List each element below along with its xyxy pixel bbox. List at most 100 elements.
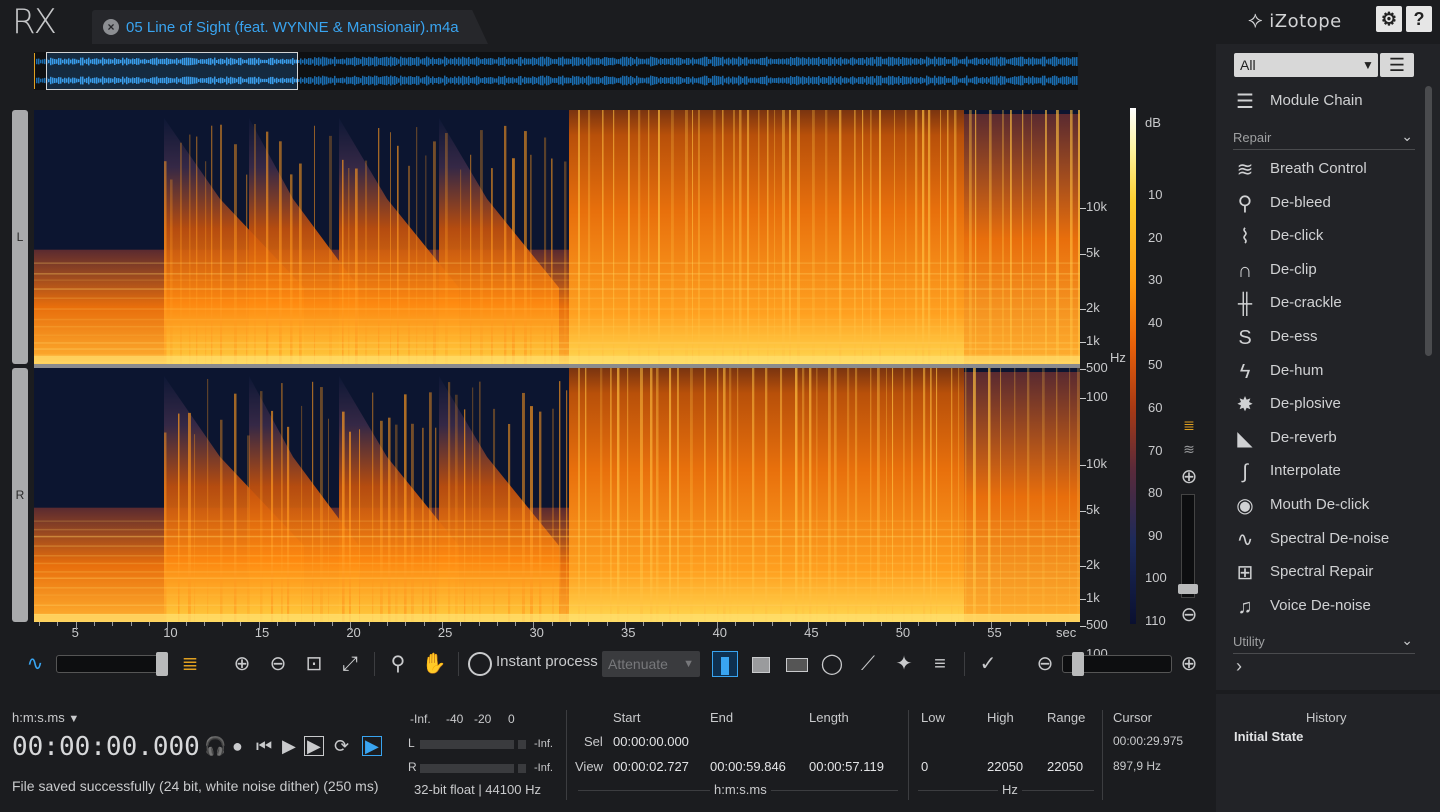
time-tick-mark: [661, 622, 663, 626]
rewind-button[interactable]: ⏮: [256, 736, 272, 757]
freq-tick-label: 1k: [1086, 590, 1100, 605]
brush-tool-icon[interactable]: ⟋: [854, 651, 882, 677]
izotope-logo: ⟡ iZotope: [1248, 8, 1342, 33]
module-label: De-clip: [1270, 260, 1317, 278]
sel-start-field[interactable]: 00:00:00.000: [613, 734, 689, 749]
headphones-icon[interactable]: 🎧: [204, 736, 226, 757]
lightning-icon: ϟ: [1239, 360, 1251, 383]
envelope-tool-icon[interactable]: ✓: [974, 651, 1002, 677]
play-button[interactable]: ▶: [282, 736, 296, 757]
close-icon[interactable]: ×: [103, 19, 119, 35]
meter-left-value: -Inf.: [534, 738, 553, 750]
spectrogram-view-icon[interactable]: ≣: [176, 651, 204, 677]
list-view-icon[interactable]: ☰: [1380, 53, 1414, 77]
time-tick-mark: [295, 622, 297, 626]
zoom-selection-icon[interactable]: ⊡: [300, 651, 328, 677]
module-list-scrollbar[interactable]: [1425, 86, 1432, 356]
play-selection-button[interactable]: ▶: [304, 736, 324, 756]
repair-section-header[interactable]: Repair ⌄: [1233, 128, 1415, 150]
time-tick-mark: [863, 622, 865, 626]
time-frequency-selection-tool-icon[interactable]: [748, 651, 774, 677]
module-item[interactable]: ≋ Breath Control: [1230, 156, 1420, 184]
time-tick-mark: [789, 622, 791, 626]
time-tick-mark: [478, 622, 480, 626]
ess-icon: S: [1238, 327, 1252, 349]
zoom-in-time-icon[interactable]: ⊕: [228, 651, 256, 677]
time-tick-mark: [771, 622, 773, 626]
view-label: View: [575, 759, 603, 774]
meter-right-bar: [420, 764, 514, 773]
module-filter-dropdown[interactable]: All ▼: [1234, 53, 1378, 77]
waveform-settings-icon[interactable]: ≋: [1178, 440, 1200, 458]
vertical-zoom-thumb[interactable]: [1178, 584, 1198, 594]
module-item[interactable]: ╫ De-crackle: [1230, 290, 1420, 318]
harmonics-tool-icon[interactable]: ≡: [926, 651, 954, 677]
utility-section-header[interactable]: Utility ⌄: [1233, 632, 1415, 654]
file-tab[interactable]: × 05 Line of Sight (feat. WYNNE & Mansio…: [92, 10, 488, 44]
time-tick-mark: [844, 622, 846, 626]
record-button[interactable]: ●: [232, 736, 243, 757]
zoom-in-horizontal-icon[interactable]: ⊕: [1176, 651, 1202, 677]
time-tick-mark: [1009, 622, 1011, 626]
meter-scale-0: 0: [508, 712, 515, 726]
module-item[interactable]: ∩ De-clip: [1230, 257, 1420, 285]
waveform-spectrogram-blend-slider[interactable]: [56, 655, 168, 673]
meter-right-peak: [518, 764, 526, 773]
module-item[interactable]: ♫ Voice De-noise: [1230, 593, 1420, 621]
waveform-view-icon[interactable]: ∿: [20, 651, 50, 677]
freq-range-field[interactable]: 22050: [1047, 759, 1083, 774]
module-item[interactable]: ⊞ Spectral Repair: [1230, 559, 1420, 587]
zoom-in-icon[interactable]: ⊕: [1176, 464, 1202, 490]
scroll-follow-button[interactable]: ▶: [362, 736, 382, 756]
editor-area: L R 10k 5k 2k 1k 500 100 10k 5k 2k 1k 50…: [0, 44, 1212, 690]
zoom-out-horizontal-icon[interactable]: ⊖: [1032, 651, 1058, 677]
module-chain-button[interactable]: ☰ Module Chain: [1230, 88, 1420, 116]
time-tick-mark: [386, 622, 388, 626]
freq-low-field[interactable]: 0: [921, 759, 928, 774]
izotope-brand: iZotope: [1269, 11, 1342, 32]
vertical-zoom-slider[interactable]: [1181, 494, 1195, 598]
freq-tick-mark: [1080, 342, 1086, 343]
spectrogram[interactable]: [34, 110, 1081, 623]
module-item[interactable]: ∿ Spectral De-noise: [1230, 526, 1420, 554]
help-button[interactable]: ?: [1406, 6, 1432, 32]
view-end-field[interactable]: 00:00:59.846: [710, 759, 786, 774]
magic-wand-icon[interactable]: ✦: [890, 651, 918, 677]
module-label: De-reverb: [1270, 428, 1337, 446]
blend-slider-thumb[interactable]: [156, 652, 168, 676]
chevron-right-icon[interactable]: ›: [1236, 656, 1242, 677]
loop-button[interactable]: ⟳: [334, 736, 349, 757]
history-item[interactable]: Initial State: [1234, 729, 1303, 744]
module-item[interactable]: ⚲ De-bleed: [1230, 190, 1420, 218]
view-start-field[interactable]: 00:00:02.727: [613, 759, 689, 774]
module-item[interactable]: ✸ De-plosive: [1230, 391, 1420, 419]
view-length-field[interactable]: 00:00:57.119: [809, 759, 884, 774]
crackle-icon: ╫: [1237, 293, 1253, 316]
channel-label-right[interactable]: R: [12, 368, 28, 622]
module-item[interactable]: ⌇ De-click: [1230, 223, 1420, 251]
lasso-tool-icon[interactable]: ◯: [818, 651, 846, 677]
module-item[interactable]: S De-ess: [1230, 324, 1420, 352]
zoom-out-time-icon[interactable]: ⊖: [264, 651, 292, 677]
channel-label-left[interactable]: L: [12, 110, 28, 364]
module-item[interactable]: ϟ De-hum: [1230, 358, 1420, 386]
frequency-selection-tool-icon[interactable]: [784, 651, 810, 677]
freq-high-field[interactable]: 22050: [987, 759, 1023, 774]
overview-selection[interactable]: [46, 52, 298, 90]
waveform-overview[interactable]: [34, 52, 1078, 90]
gear-icon[interactable]: ⚙: [1376, 6, 1402, 32]
spectrogram-settings-icon[interactable]: ≣: [1178, 416, 1200, 434]
magnify-tool-icon[interactable]: ⚲: [384, 651, 412, 677]
horizontal-zoom-thumb[interactable]: [1072, 652, 1084, 676]
instant-process-toggle[interactable]: [468, 652, 492, 676]
module-item[interactable]: ◣ De-reverb: [1230, 425, 1420, 453]
hand-tool-icon[interactable]: ✋: [420, 651, 448, 677]
attenuate-dropdown[interactable]: Attenuate ▼: [602, 651, 700, 677]
time-selection-tool-icon[interactable]: [712, 651, 738, 677]
module-item[interactable]: ◉ Mouth De-click: [1230, 492, 1420, 520]
zoom-out-icon[interactable]: ⊖: [1176, 602, 1202, 628]
time-format-dropdown[interactable]: h:m:s.ms ▼: [12, 710, 79, 725]
module-item[interactable]: ∫ Interpolate: [1230, 458, 1420, 486]
zoom-fit-icon[interactable]: ⤢: [336, 651, 364, 677]
selection-unit: h:m:s.ms: [710, 782, 771, 797]
